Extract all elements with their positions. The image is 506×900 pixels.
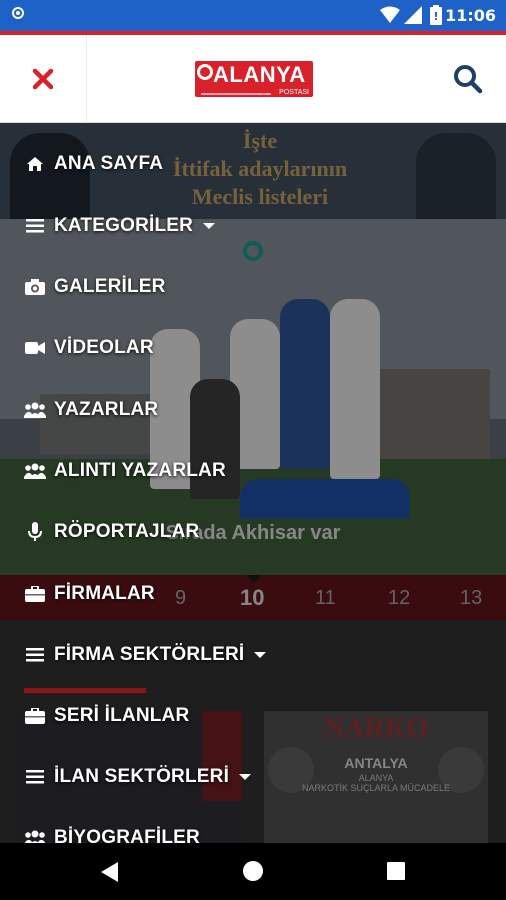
menu-item-ilan-sektorleri[interactable]: İLAN SEKTÖRLERİ	[24, 762, 252, 792]
site-logo[interactable]: ALANYA POSTASI	[195, 61, 313, 97]
battery-icon: !	[430, 5, 442, 25]
status-time: 11:06	[445, 6, 496, 25]
list-icon	[24, 766, 46, 788]
navigation-menu: ANA SAYFA KATEGORİLER GALERİLER VİDEOLAR…	[0, 123, 506, 848]
svg-text:!: !	[433, 10, 438, 23]
menu-item-galeriler[interactable]: GALERİLER	[24, 272, 166, 302]
status-bar: ! 11:06	[0, 0, 506, 31]
list-icon	[24, 215, 46, 237]
home-icon	[24, 153, 46, 175]
wifi-icon	[380, 6, 400, 23]
notification-icon	[12, 7, 24, 19]
menu-item-firmalar[interactable]: FİRMALAR	[24, 579, 155, 609]
users-icon	[24, 399, 46, 421]
chevron-down-icon	[254, 652, 267, 658]
microphone-icon	[24, 521, 46, 543]
chevron-down-icon	[203, 223, 216, 229]
briefcase-icon	[24, 705, 46, 727]
home-button-icon[interactable]	[243, 861, 263, 881]
chevron-down-icon	[239, 774, 252, 780]
users-icon	[24, 460, 46, 482]
recent-apps-icon[interactable]	[387, 862, 405, 880]
camera-icon	[24, 276, 46, 298]
menu-item-seri-ilanlar[interactable]: SERİ İLANLAR	[24, 701, 189, 731]
video-camera-icon	[24, 337, 46, 359]
menu-item-ana-sayfa[interactable]: ANA SAYFA	[24, 149, 163, 179]
app-header: ALANYA POSTASI	[0, 35, 506, 123]
close-menu-button[interactable]	[0, 35, 87, 122]
search-icon[interactable]	[452, 63, 484, 95]
back-icon[interactable]	[101, 862, 118, 882]
menu-item-videolar[interactable]: VİDEOLAR	[24, 333, 154, 363]
menu-item-alinti-yazarlar[interactable]: ALINTI YAZARLAR	[24, 456, 226, 486]
system-navigation-bar	[0, 843, 506, 900]
menu-item-kategoriler[interactable]: KATEGORİLER	[24, 211, 216, 241]
menu-item-roportajlar[interactable]: RÖPORTAJLAR	[24, 517, 199, 547]
close-icon	[32, 68, 54, 89]
signal-icon	[404, 6, 422, 24]
briefcase-icon	[24, 583, 46, 605]
list-icon	[24, 644, 46, 666]
menu-item-yazarlar[interactable]: YAZARLAR	[24, 395, 158, 425]
menu-item-firma-sektorleri[interactable]: FİRMA SEKTÖRLERİ	[24, 640, 267, 670]
